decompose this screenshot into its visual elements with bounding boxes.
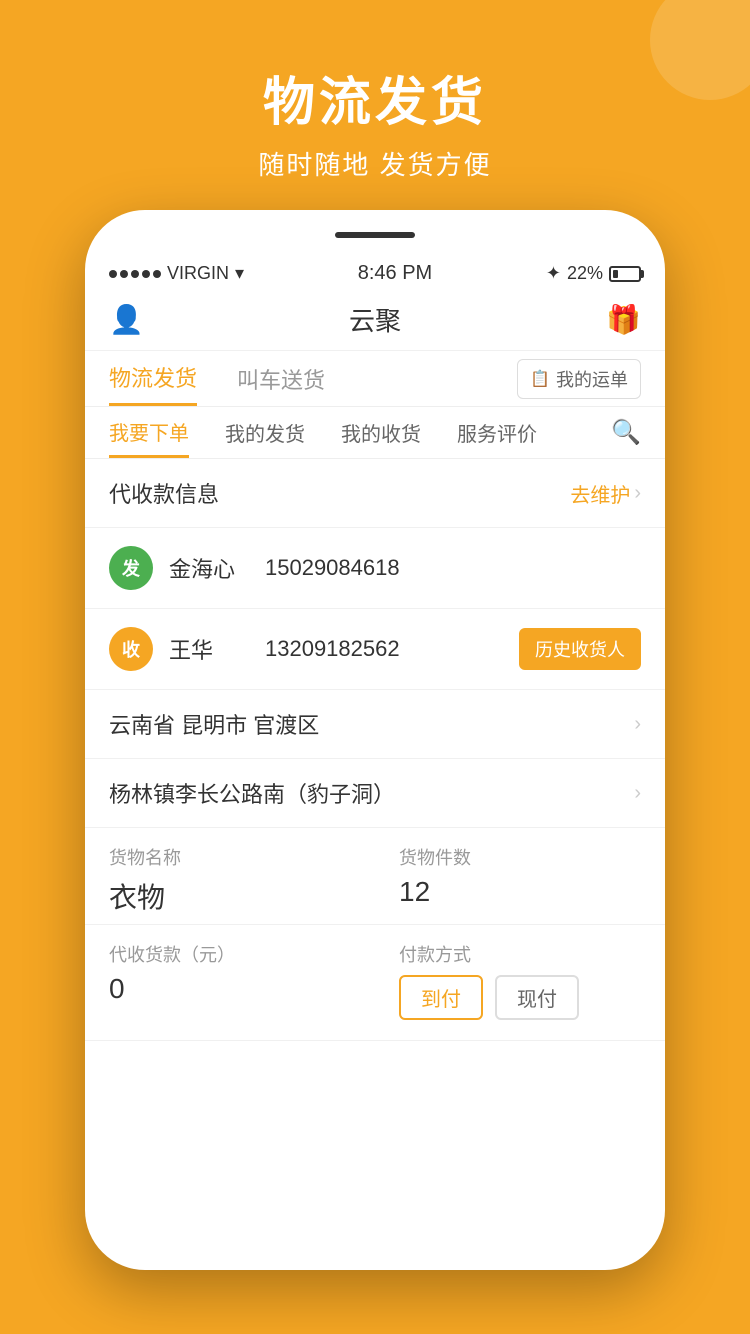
city-address-text: 云南省 昆明市 官渡区 [109,708,319,740]
search-icon[interactable]: 🔍 [611,418,641,447]
payment-method-label: 付款方式 [399,941,641,967]
signal-dot-2 [120,270,128,278]
battery-icon [609,266,641,282]
battery-percentage: 22% [567,263,603,284]
detail-address-row[interactable]: 杨林镇李长公路南（豹子洞） › [85,759,665,828]
receiver-row: 收 王华 13209182562 历史收货人 [85,609,665,690]
top-tab-bar: 物流发货 叫车送货 📋 我的运单 [85,351,665,407]
content-area: 代收款信息 去维护 › 发 金海心 15029084618 收 王华 13209… [85,459,665,1270]
cod-amount-label: 代收货款（元） [109,941,351,967]
signal-dot-1 [109,270,117,278]
goods-count-label: 货物件数 [399,844,641,870]
cod-info-row: 代收款信息 去维护 › [85,459,665,528]
signal-dot-4 [142,270,150,278]
gift-icon[interactable]: 🎁 [606,303,641,336]
promo-subtitle: 随时随地 发货方便 [0,145,750,182]
payment-options: 到付 现付 [399,975,641,1020]
cod-maintain-action[interactable]: 去维护 › [570,479,641,508]
chevron-right-icon: › [634,482,641,505]
battery-fill [613,270,618,278]
tab-my-receipt[interactable]: 我的收货 [341,407,421,458]
cod-amount-cell: 代收货款（元） 0 [85,925,375,1040]
status-bar: VIRGIN ▾ 8:46 PM ✦ 22% [85,210,665,293]
goods-count-value[interactable]: 12 [399,876,641,908]
signal-dots [109,270,161,278]
goods-name-label: 货物名称 [109,844,351,870]
phone-speaker [335,232,415,238]
tab-place-order[interactable]: 我要下单 [109,407,189,458]
receiver-name: 王华 [169,633,249,665]
signal-dot-5 [153,270,161,278]
sender-badge: 发 [109,546,153,590]
sender-name: 金海心 [169,552,249,584]
pay-option-arrival[interactable]: 到付 [399,975,483,1020]
signal-dot-3 [131,270,139,278]
tab-logistics[interactable]: 物流发货 [109,351,197,406]
payment-grid: 代收货款（元） 0 付款方式 到付 现付 [85,925,665,1041]
bluetooth-icon: ✦ [546,263,561,284]
status-left: VIRGIN ▾ [109,263,244,284]
status-time: 8:46 PM [358,262,432,285]
promo-title: 物流发货 [0,60,750,135]
pay-option-cash[interactable]: 现付 [495,975,579,1020]
secondary-tab-bar: 我要下单 我的发货 我的收货 服务评价 🔍 [85,407,665,459]
tab-vehicle[interactable]: 叫车送货 [237,351,325,406]
receiver-phone: 13209182562 [265,636,503,662]
history-receiver-button[interactable]: 历史收货人 [519,628,641,670]
app-title: 云聚 [349,301,401,338]
my-waybill-button[interactable]: 📋 我的运单 [517,359,641,399]
goods-info-grid: 货物名称 衣物 货物件数 12 [85,828,665,925]
cod-info-label: 代收款信息 [109,477,219,509]
goods-name-cell: 货物名称 衣物 [85,828,375,924]
tab-my-shipment[interactable]: 我的发货 [225,407,305,458]
chevron-right-icon: › [634,782,641,805]
city-address-row[interactable]: 云南省 昆明市 官渡区 › [85,690,665,759]
tab-service-rating[interactable]: 服务评价 [457,407,537,458]
payment-method-cell: 付款方式 到付 现付 [375,925,665,1040]
promo-header: 物流发货 随时随地 发货方便 [0,0,750,212]
sender-phone: 15029084618 [265,555,641,581]
carrier-name: VIRGIN [167,263,229,284]
wifi-icon: ▾ [235,263,244,284]
goods-name-value[interactable]: 衣物 [109,876,351,916]
detail-address-text: 杨林镇李长公路南（豹子洞） [109,777,395,809]
chevron-right-icon: › [634,713,641,736]
phone-frame: VIRGIN ▾ 8:46 PM ✦ 22% 👤 云聚 🎁 物流发货 叫车送货 … [85,210,665,1270]
goods-count-cell: 货物件数 12 [375,828,665,924]
app-header: 👤 云聚 🎁 [85,293,665,351]
user-avatar-icon[interactable]: 👤 [109,303,144,336]
calendar-icon: 📋 [530,369,550,389]
sender-row: 发 金海心 15029084618 [85,528,665,609]
receiver-badge: 收 [109,627,153,671]
status-right: ✦ 22% [546,263,641,284]
cod-amount-value[interactable]: 0 [109,973,351,1005]
